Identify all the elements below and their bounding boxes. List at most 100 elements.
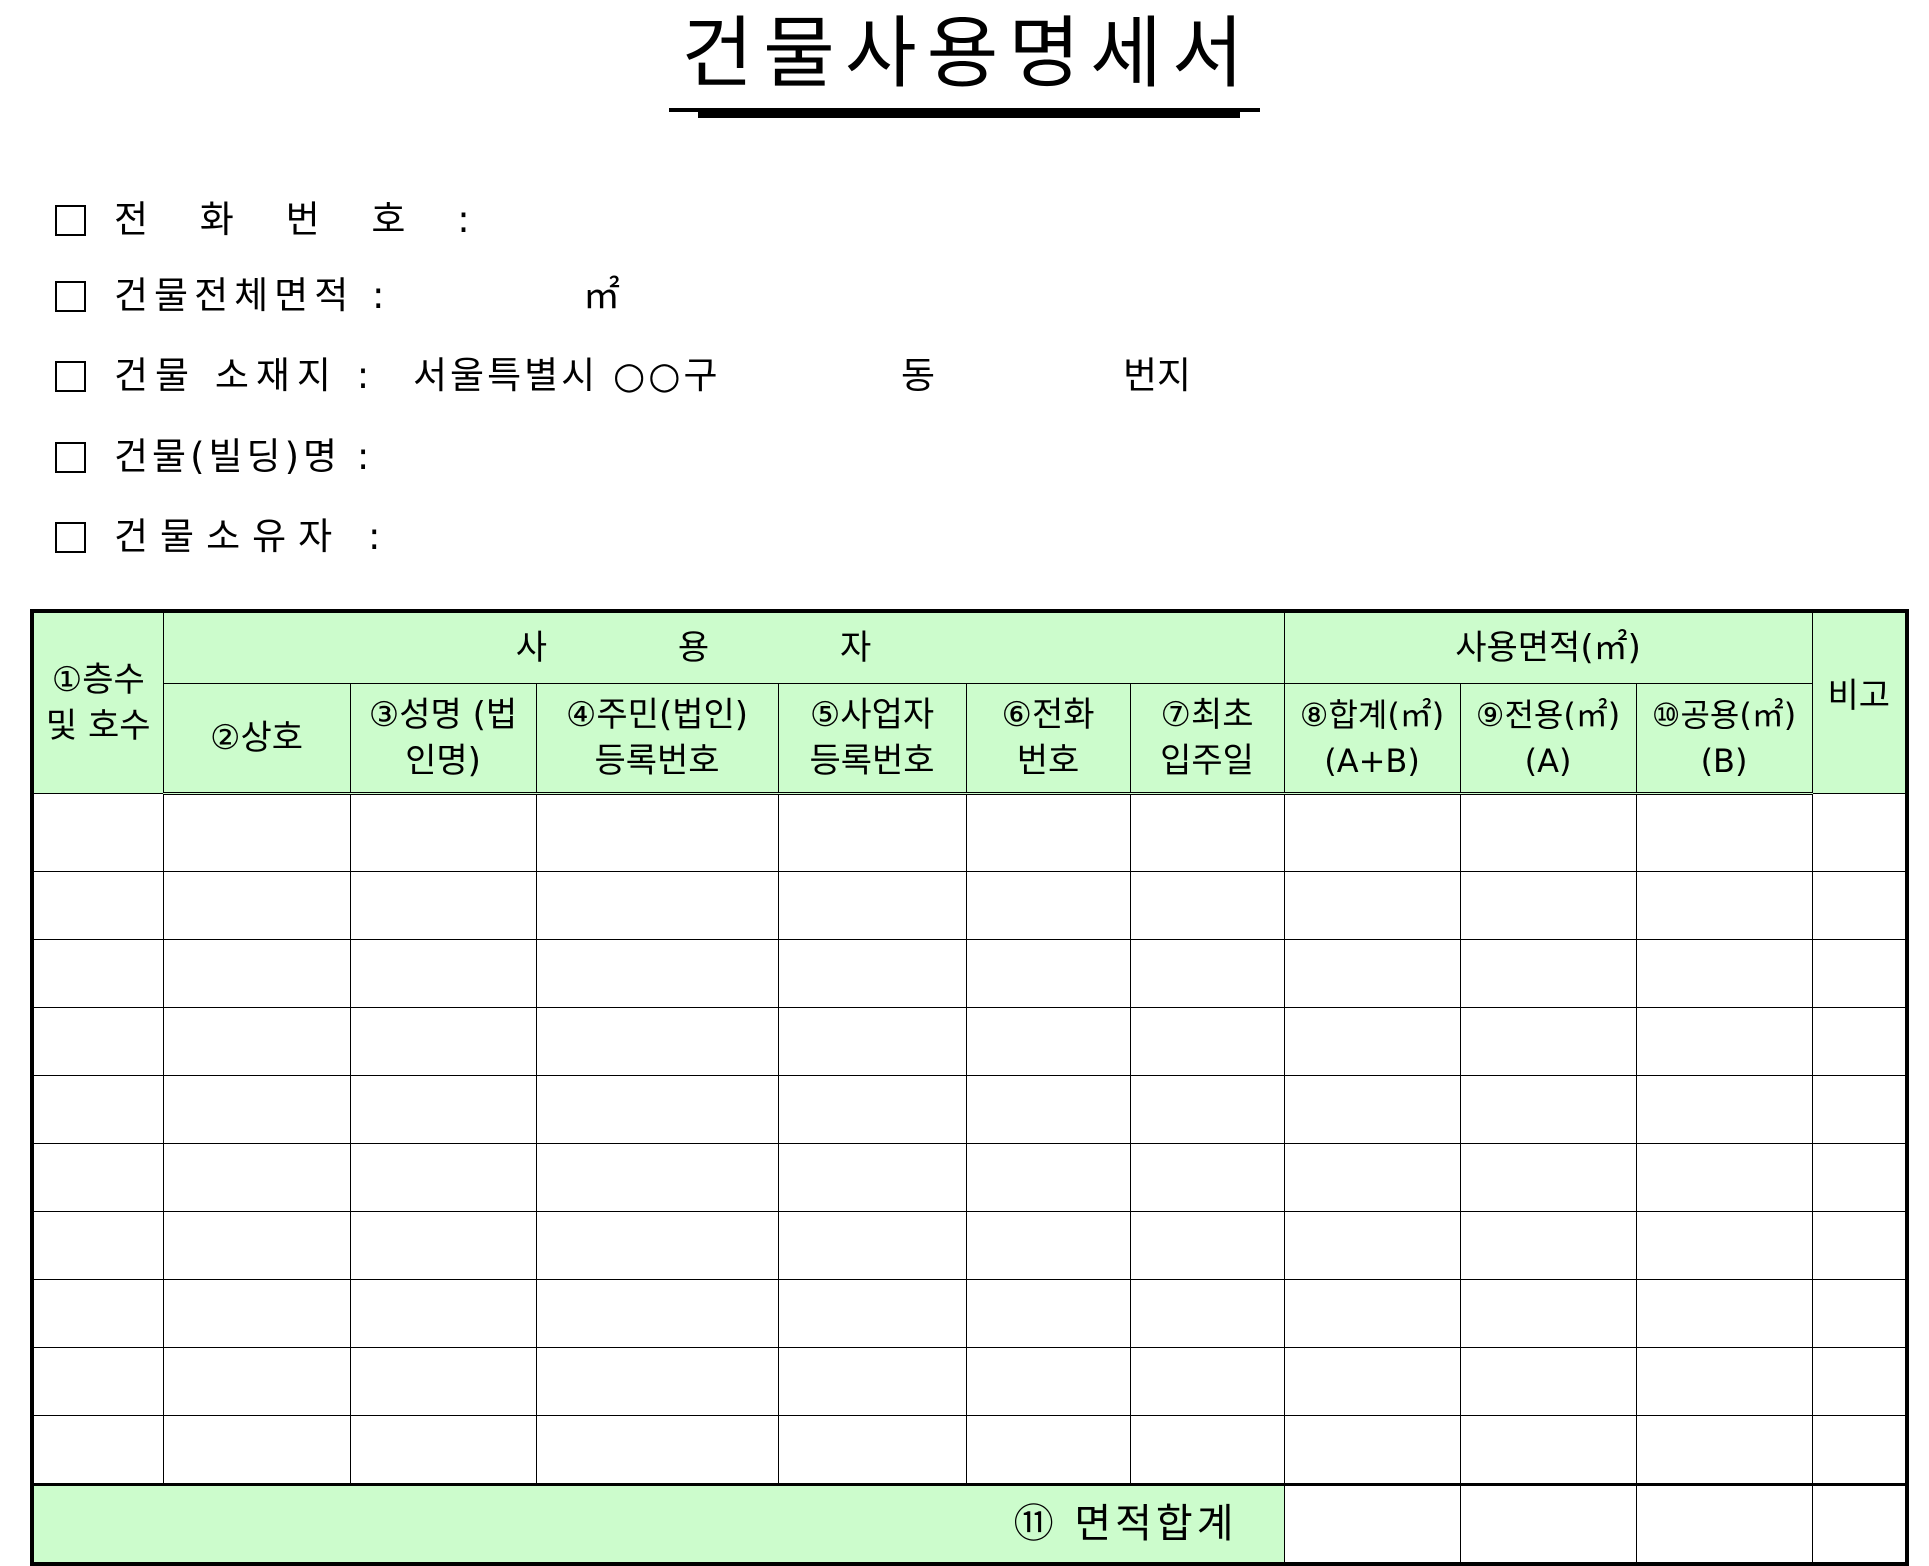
cell-move-in[interactable] bbox=[1129, 1007, 1285, 1076]
cell-common-area[interactable] bbox=[1635, 1143, 1813, 1212]
area-total-sum-cell[interactable] bbox=[1283, 1483, 1461, 1565]
cell-name[interactable] bbox=[349, 1415, 537, 1485]
cell-business-no[interactable] bbox=[777, 1143, 967, 1212]
cell-move-in[interactable] bbox=[1129, 1143, 1285, 1212]
cell-name[interactable] bbox=[349, 939, 537, 1008]
cell-remarks[interactable] bbox=[1811, 1347, 1908, 1416]
cell-resident-no[interactable] bbox=[535, 1211, 779, 1280]
cell-move-in[interactable] bbox=[1129, 1347, 1285, 1416]
cell-remarks[interactable] bbox=[1811, 793, 1908, 872]
cell-total-area[interactable] bbox=[1283, 793, 1461, 872]
cell-total-area[interactable] bbox=[1283, 1279, 1461, 1348]
cell-phone[interactable] bbox=[965, 793, 1131, 872]
cell-remarks[interactable] bbox=[1811, 1143, 1908, 1212]
cell-phone[interactable] bbox=[965, 1279, 1131, 1348]
cell-remarks[interactable] bbox=[1811, 939, 1908, 1008]
cell-floor[interactable] bbox=[31, 1007, 164, 1076]
cell-move-in[interactable] bbox=[1129, 871, 1285, 940]
cell-name[interactable] bbox=[349, 1279, 537, 1348]
area-total-remarks-cell[interactable] bbox=[1811, 1483, 1908, 1565]
cell-resident-no[interactable] bbox=[535, 1279, 779, 1348]
cell-name[interactable] bbox=[349, 1211, 537, 1280]
area-total-exclusive-cell[interactable] bbox=[1459, 1483, 1637, 1565]
cell-floor[interactable] bbox=[31, 1143, 164, 1212]
cell-common-area[interactable] bbox=[1635, 1075, 1813, 1144]
cell-move-in[interactable] bbox=[1129, 1211, 1285, 1280]
area-total-common-cell[interactable] bbox=[1635, 1483, 1813, 1565]
cell-name[interactable] bbox=[349, 793, 537, 872]
cell-remarks[interactable] bbox=[1811, 871, 1908, 940]
cell-floor[interactable] bbox=[31, 793, 164, 872]
cell-common-area[interactable] bbox=[1635, 1279, 1813, 1348]
cell-exclusive-area[interactable] bbox=[1459, 1143, 1637, 1212]
cell-name[interactable] bbox=[349, 1075, 537, 1144]
cell-name[interactable] bbox=[349, 871, 537, 940]
cell-total-area[interactable] bbox=[1283, 1415, 1461, 1485]
cell-resident-no[interactable] bbox=[535, 871, 779, 940]
cell-resident-no[interactable] bbox=[535, 939, 779, 1008]
cell-phone[interactable] bbox=[965, 939, 1131, 1008]
cell-phone[interactable] bbox=[965, 1415, 1131, 1485]
cell-exclusive-area[interactable] bbox=[1459, 1211, 1637, 1280]
cell-business-no[interactable] bbox=[777, 939, 967, 1008]
cell-move-in[interactable] bbox=[1129, 1415, 1285, 1485]
cell-business-no[interactable] bbox=[777, 1279, 967, 1348]
cell-trade-name[interactable] bbox=[162, 939, 351, 1008]
cell-resident-no[interactable] bbox=[535, 1415, 779, 1485]
cell-business-no[interactable] bbox=[777, 1347, 967, 1416]
cell-remarks[interactable] bbox=[1811, 1007, 1908, 1076]
cell-floor[interactable] bbox=[31, 1075, 164, 1144]
cell-total-area[interactable] bbox=[1283, 939, 1461, 1008]
cell-resident-no[interactable] bbox=[535, 1007, 779, 1076]
cell-business-no[interactable] bbox=[777, 1007, 967, 1076]
cell-phone[interactable] bbox=[965, 1143, 1131, 1212]
cell-trade-name[interactable] bbox=[162, 1211, 351, 1280]
cell-trade-name[interactable] bbox=[162, 1279, 351, 1348]
cell-total-area[interactable] bbox=[1283, 1347, 1461, 1416]
cell-common-area[interactable] bbox=[1635, 871, 1813, 940]
cell-remarks[interactable] bbox=[1811, 1415, 1908, 1485]
cell-resident-no[interactable] bbox=[535, 1143, 779, 1212]
cell-floor[interactable] bbox=[31, 871, 164, 940]
cell-trade-name[interactable] bbox=[162, 1075, 351, 1144]
cell-resident-no[interactable] bbox=[535, 1347, 779, 1416]
cell-exclusive-area[interactable] bbox=[1459, 1415, 1637, 1485]
cell-common-area[interactable] bbox=[1635, 1347, 1813, 1416]
cell-exclusive-area[interactable] bbox=[1459, 1279, 1637, 1348]
cell-total-area[interactable] bbox=[1283, 871, 1461, 940]
cell-name[interactable] bbox=[349, 1007, 537, 1076]
cell-business-no[interactable] bbox=[777, 793, 967, 872]
cell-exclusive-area[interactable] bbox=[1459, 871, 1637, 940]
cell-move-in[interactable] bbox=[1129, 1279, 1285, 1348]
cell-resident-no[interactable] bbox=[535, 793, 779, 872]
cell-total-area[interactable] bbox=[1283, 1211, 1461, 1280]
cell-trade-name[interactable] bbox=[162, 1347, 351, 1416]
cell-phone[interactable] bbox=[965, 1211, 1131, 1280]
cell-move-in[interactable] bbox=[1129, 939, 1285, 1008]
cell-floor[interactable] bbox=[31, 1211, 164, 1280]
cell-common-area[interactable] bbox=[1635, 1415, 1813, 1485]
cell-move-in[interactable] bbox=[1129, 793, 1285, 872]
cell-exclusive-area[interactable] bbox=[1459, 939, 1637, 1008]
cell-phone[interactable] bbox=[965, 1075, 1131, 1144]
cell-business-no[interactable] bbox=[777, 871, 967, 940]
cell-exclusive-area[interactable] bbox=[1459, 1075, 1637, 1144]
cell-common-area[interactable] bbox=[1635, 793, 1813, 872]
cell-floor[interactable] bbox=[31, 1415, 164, 1485]
cell-move-in[interactable] bbox=[1129, 1075, 1285, 1144]
cell-trade-name[interactable] bbox=[162, 871, 351, 940]
cell-trade-name[interactable] bbox=[162, 1143, 351, 1212]
cell-floor[interactable] bbox=[31, 939, 164, 1008]
cell-exclusive-area[interactable] bbox=[1459, 1347, 1637, 1416]
cell-name[interactable] bbox=[349, 1347, 537, 1416]
cell-business-no[interactable] bbox=[777, 1415, 967, 1485]
cell-floor[interactable] bbox=[31, 1279, 164, 1348]
cell-phone[interactable] bbox=[965, 1007, 1131, 1076]
cell-total-area[interactable] bbox=[1283, 1007, 1461, 1076]
cell-total-area[interactable] bbox=[1283, 1075, 1461, 1144]
cell-remarks[interactable] bbox=[1811, 1075, 1908, 1144]
cell-remarks[interactable] bbox=[1811, 1279, 1908, 1348]
cell-common-area[interactable] bbox=[1635, 1211, 1813, 1280]
cell-exclusive-area[interactable] bbox=[1459, 793, 1637, 872]
cell-business-no[interactable] bbox=[777, 1211, 967, 1280]
